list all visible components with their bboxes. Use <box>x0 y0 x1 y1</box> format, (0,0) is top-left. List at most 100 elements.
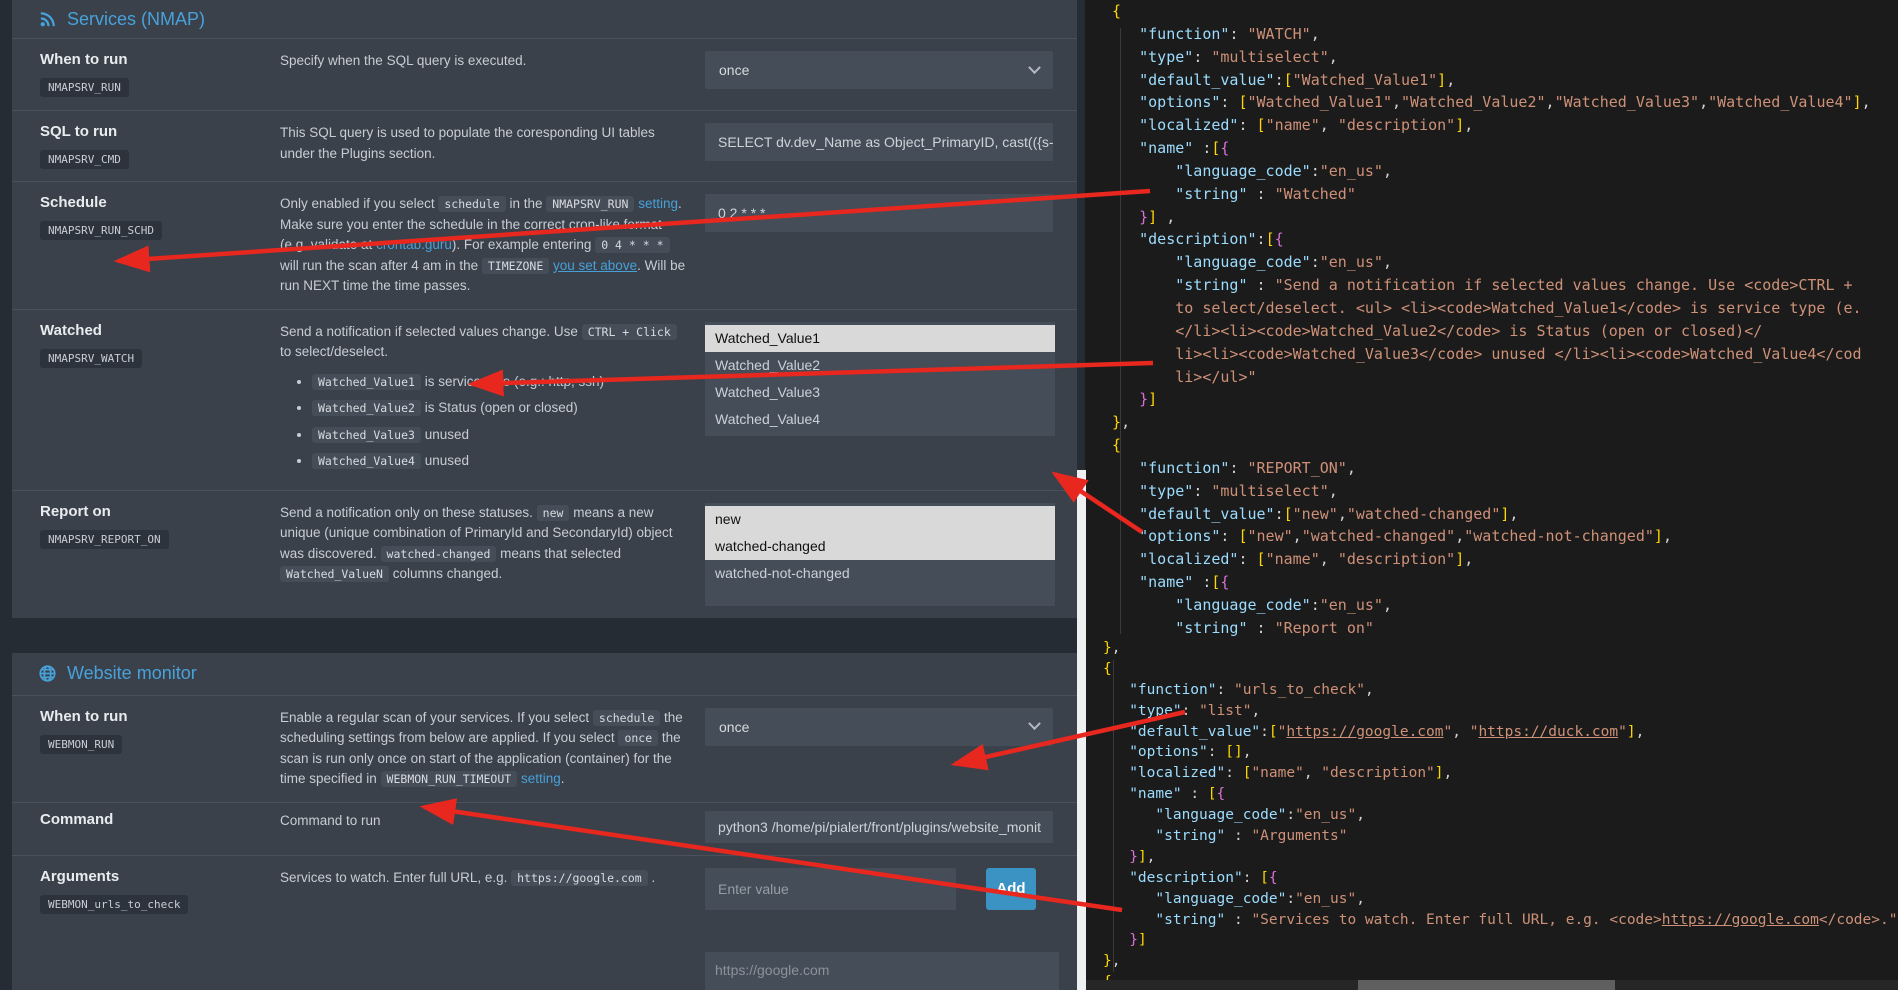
listbox-option[interactable]: Watched_Value1 <box>705 325 1055 352</box>
code-line: "name" : [{ <box>1103 784 1897 805</box>
code-line: }] <box>1103 388 1871 411</box>
code-line: "function": "WATCH", <box>1103 23 1871 46</box>
code-line: "options": ["new","watched-changed","wat… <box>1103 525 1871 548</box>
scrollbar-thumb[interactable] <box>1358 980 1615 990</box>
setting-label: Watched <box>40 322 280 339</box>
setting-key-chip: NMAPSRV_REPORT_ON <box>40 530 169 549</box>
watched-multiselect[interactable]: Watched_Value1Watched_Value2Watched_Valu… <box>705 322 1055 436</box>
code-line: "options": [], <box>1103 742 1897 763</box>
section-website-monitor: Website monitor When to run WEBMON_RUN E… <box>12 653 1077 990</box>
when-to-run-select[interactable]: once <box>705 51 1053 89</box>
setting-row: When to run WEBMON_RUN Enable a regular … <box>12 695 1077 802</box>
bullet-item: Watched_Value1 is service type (e.g.: ht… <box>312 372 689 393</box>
code-line: "language_code":"en_us", <box>1103 889 1897 910</box>
code-line: { <box>1103 434 1871 457</box>
code-line: </li><li><code>Watched_Value2</code> is … <box>1103 320 1871 343</box>
setting-description: Send a notification if selected values c… <box>280 322 705 478</box>
code-line: "type": "multiselect", <box>1103 46 1871 69</box>
code-line: "string" : "Report on" <box>1103 617 1871 640</box>
setting-label: When to run <box>40 708 280 725</box>
code-line: }], <box>1103 847 1897 868</box>
setting-key-chip: WEBMON_urls_to_check <box>40 895 188 914</box>
webmon-when-to-run-select[interactable]: once <box>705 708 1053 746</box>
code-line: "localized": ["name", "description"], <box>1103 548 1871 571</box>
code-line: "type": "list", <box>1103 701 1897 722</box>
code-line: "function": "REPORT_ON", <box>1103 457 1871 480</box>
listbox-option[interactable]: Watched_Value2 <box>705 352 1055 379</box>
url-list-box[interactable]: https://google.comhttps://bing.comhttp:/… <box>705 952 1059 990</box>
url-list-item: https://bing.com <box>705 983 1059 990</box>
code-line: "language_code":"en_us", <box>1103 251 1871 274</box>
command-input[interactable]: python3 /home/pi/pialert/front/plugins/w… <box>705 811 1053 843</box>
code-line: }] , <box>1103 206 1871 229</box>
setting-description: This SQL query is used to populate the c… <box>280 123 705 169</box>
setting-label: SQL to run <box>40 123 280 140</box>
horizontal-scrollbar[interactable] <box>1085 980 1898 990</box>
code-line: "description":[{ <box>1103 228 1871 251</box>
setting-label: Command <box>40 811 280 828</box>
setting-link[interactable]: setting <box>638 196 678 211</box>
setting-key-chip: NMAPSRV_CMD <box>40 150 129 169</box>
code-line: "default_value":["https://google.com", "… <box>1103 722 1897 743</box>
code-line: }, <box>1103 411 1871 434</box>
webmon-setting-link[interactable]: setting <box>521 771 561 786</box>
crontab-guru-link[interactable]: crontab.guru <box>376 237 452 252</box>
setting-key-chip: NMAPSRV_RUN_SCHD <box>40 221 162 240</box>
code-line: li></ul>" <box>1103 366 1871 389</box>
setting-label: When to run <box>40 51 280 68</box>
code-line: "language_code":"en_us", <box>1103 594 1871 617</box>
setting-row: Command Command to run python3 /home/pi/… <box>12 802 1077 855</box>
report-on-multiselect[interactable]: newwatched-changedwatched-not-changed <box>705 503 1055 606</box>
listbox-option[interactable]: watched-changed <box>705 533 1055 560</box>
setting-row: When to run NMAPSRV_RUN Specify when the… <box>12 38 1077 110</box>
code-line: { <box>1103 659 1897 680</box>
sql-to-run-input[interactable]: SELECT dv.dev_Name as Object_PrimaryID, … <box>705 123 1053 161</box>
code-line: "string" : "Watched" <box>1103 183 1871 206</box>
chevron-down-icon <box>1028 717 1041 730</box>
code-editor[interactable]: { "function": "WATCH", "type": "multisel… <box>1085 0 1898 990</box>
setting-row: Watched NMAPSRV_WATCH Send a notificatio… <box>12 309 1077 490</box>
code-line: }, <box>1103 951 1897 972</box>
setting-description: Only enabled if you select schedule in t… <box>280 194 705 297</box>
setting-description: Specify when the SQL query is executed. <box>280 51 705 98</box>
code-line: li><li><code>Watched_Value3</code> unuse… <box>1103 343 1871 366</box>
section-title: Services (NMAP) <box>67 9 205 30</box>
chevron-down-icon <box>1028 61 1041 74</box>
setting-key-chip: NMAPSRV_RUN <box>40 78 129 97</box>
schedule-input[interactable]: 0 2 * * * <box>705 194 1053 232</box>
setting-row: Report on NMAPSRV_REPORT_ON Send a notif… <box>12 490 1077 618</box>
listbox-option[interactable]: Watched_Value4 <box>705 406 1055 433</box>
add-button[interactable]: Add <box>986 868 1036 910</box>
code-line: }] <box>1103 930 1897 951</box>
nmap-services-icon <box>38 10 57 29</box>
globe-icon <box>38 664 57 683</box>
code-line: "options": ["Watched_Value1","Watched_Va… <box>1103 91 1871 114</box>
setting-label: Arguments <box>40 868 280 885</box>
code-line: "type": "multiselect", <box>1103 480 1871 503</box>
code-line: "description": [{ <box>1103 868 1897 889</box>
screenshot-root: Services (NMAP) When to run NMAPSRV_RUN … <box>0 0 1898 990</box>
code-line: "localized": ["name", "description"], <box>1103 114 1871 137</box>
url-list-item: https://google.com <box>705 958 1059 983</box>
setting-label: Report on <box>40 503 280 520</box>
code-line: "name" :[{ <box>1103 137 1871 160</box>
code-line: "localized": ["name", "description"], <box>1103 763 1897 784</box>
listbox-option[interactable]: watched-not-changed <box>705 560 1055 587</box>
section-header: Services (NMAP) <box>12 0 1077 38</box>
setting-row: Schedule NMAPSRV_RUN_SCHD Only enabled i… <box>12 181 1077 309</box>
section-services-nmap: Services (NMAP) When to run NMAPSRV_RUN … <box>12 0 1077 618</box>
setting-description: Enable a regular scan of your services. … <box>280 708 705 790</box>
enter-value-input[interactable]: Enter value <box>705 868 956 910</box>
section-header: Website monitor <box>12 653 1077 695</box>
code-line: "string" : "Services to watch. Enter ful… <box>1103 910 1897 931</box>
setting-description: Send a notification only on these status… <box>280 503 705 606</box>
listbox-option[interactable]: Watched_Value3 <box>705 379 1055 406</box>
panel-seam <box>1077 470 1086 990</box>
bullet-item: Watched_Value4 unused <box>312 451 689 472</box>
listbox-option[interactable]: new <box>705 506 1055 533</box>
code-fragment-top: { "function": "WATCH", "type": "multisel… <box>1103 0 1871 640</box>
you-set-above-link[interactable]: you set above <box>553 258 637 273</box>
code-line: to select/deselect. <ul> <li><code>Watch… <box>1103 297 1871 320</box>
select-value: once <box>719 719 749 735</box>
setting-description: Services to watch. Enter full URL, e.g. … <box>280 868 705 990</box>
